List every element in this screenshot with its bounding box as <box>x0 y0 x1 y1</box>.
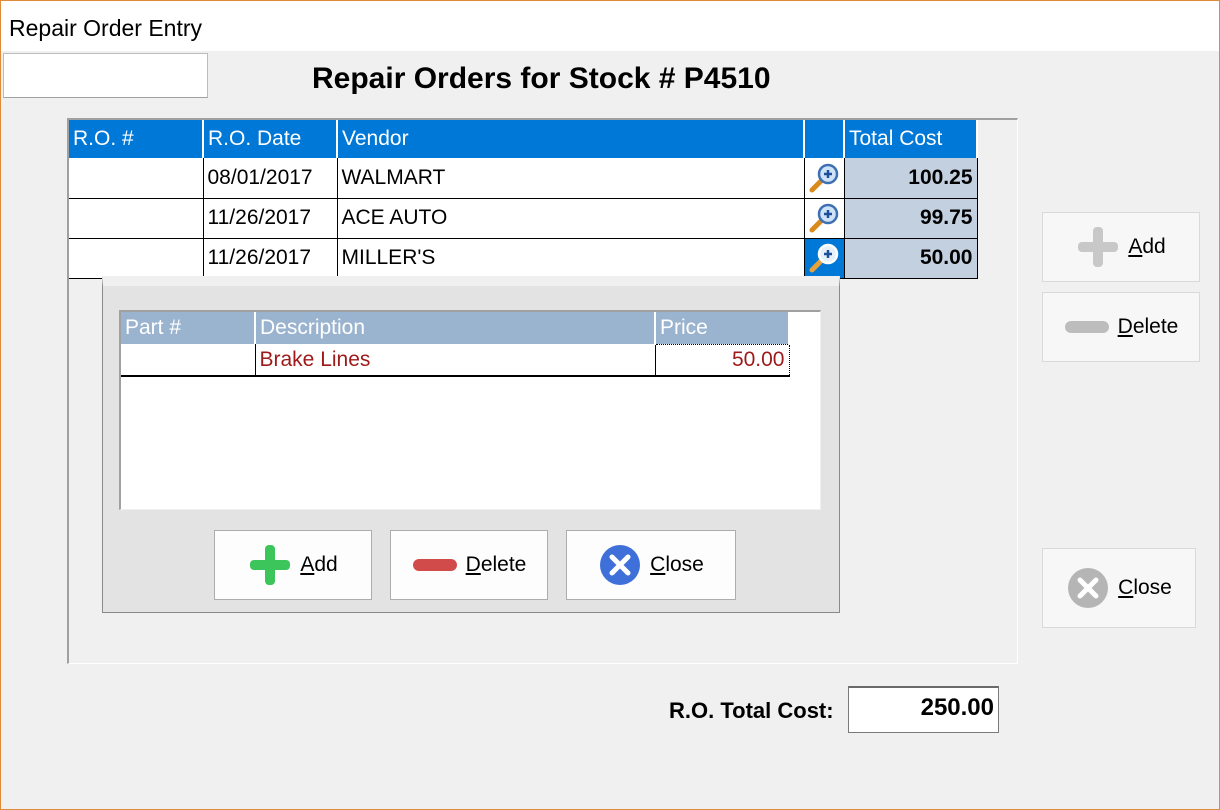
magnifier-plus-icon[interactable] <box>807 241 841 275</box>
description-cell[interactable]: Brake Lines <box>255 344 656 377</box>
ro-total-cost-value: 250.00 <box>848 686 999 733</box>
magnifier-plus-icon[interactable] <box>807 201 841 235</box>
ro-date-cell[interactable]: 11/26/2017 <box>203 238 338 279</box>
title-bar: Repair Order Entry <box>1 1 1219 51</box>
magnifier-plus-icon[interactable] <box>807 161 841 195</box>
close-label: Close <box>1118 576 1172 599</box>
detail-cell[interactable] <box>804 198 845 239</box>
minus-icon <box>1064 321 1109 333</box>
parts-close-label: Close <box>650 553 704 576</box>
table-row[interactable]: 11/26/2017 ACE AUTO 99.75 <box>69 198 978 239</box>
col-header-part-number[interactable]: Part # <box>121 312 256 344</box>
col-header-ro-number[interactable]: R.O. # <box>69 120 204 158</box>
parts-grid-container: Part # Description Price Brake Lines 50.… <box>119 310 821 510</box>
vendor-cell[interactable]: WALMART <box>337 158 805 199</box>
add-button[interactable]: Add <box>1042 212 1200 282</box>
detail-cell-selected[interactable] <box>804 238 845 279</box>
col-header-detail[interactable] <box>804 120 845 158</box>
table-row[interactable]: 08/01/2017 WALMART 100.25 <box>69 158 978 199</box>
ro-number-cell[interactable] <box>69 238 204 279</box>
parts-add-button[interactable]: Add <box>214 530 372 600</box>
table-row[interactable]: 11/26/2017 MILLER'S 50.00 <box>69 238 978 279</box>
detail-cell[interactable] <box>804 158 845 199</box>
stock-input[interactable] <box>3 53 208 98</box>
vendor-cell[interactable]: MILLER'S <box>337 238 805 279</box>
minus-icon <box>412 559 457 571</box>
close-circle-icon <box>600 545 641 585</box>
close-circle-icon <box>1068 568 1109 608</box>
parts-header-row: Part # Description Price <box>121 312 790 344</box>
parts-add-label: Add <box>300 553 338 576</box>
col-header-ro-date[interactable]: R.O. Date <box>203 120 338 158</box>
table-row[interactable]: Brake Lines 50.00 <box>121 343 790 377</box>
col-header-price[interactable]: Price <box>655 312 790 344</box>
plus-icon <box>250 545 291 585</box>
col-header-vendor[interactable]: Vendor <box>337 120 805 158</box>
parts-delete-button[interactable]: Delete <box>390 530 548 600</box>
price-cell[interactable]: 50.00 <box>654 343 790 377</box>
close-button[interactable]: Close <box>1042 548 1196 628</box>
vendor-cell[interactable]: ACE AUTO <box>337 198 805 239</box>
ro-date-cell[interactable]: 11/26/2017 <box>203 198 338 239</box>
ro-header-row: R.O. # R.O. Date Vendor Total Cost <box>69 120 978 158</box>
parts-delete-label: Delete <box>465 553 527 576</box>
ro-number-cell[interactable] <box>69 198 204 239</box>
total-cost-cell[interactable]: 100.25 <box>844 158 978 199</box>
total-cost-cell[interactable]: 50.00 <box>844 238 978 279</box>
page-title: Repair Orders for Stock # P4510 <box>312 62 771 95</box>
part-number-cell[interactable] <box>121 344 256 377</box>
parts-grid: Part # Description Price Brake Lines 50.… <box>121 312 790 377</box>
add-label: Add <box>1128 235 1166 258</box>
delete-label: Delete <box>1117 315 1179 338</box>
col-header-total-cost[interactable]: Total Cost <box>844 120 978 158</box>
delete-button[interactable]: Delete <box>1042 292 1200 362</box>
window-title: Repair Order Entry <box>9 15 203 41</box>
ro-number-cell[interactable] <box>69 158 204 199</box>
plus-icon <box>1078 227 1119 267</box>
parts-close-button[interactable]: Close <box>566 530 736 600</box>
col-header-description[interactable]: Description <box>255 312 656 344</box>
ro-date-cell[interactable]: 08/01/2017 <box>203 158 338 199</box>
total-cost-cell[interactable]: 99.75 <box>844 198 978 239</box>
repair-orders-grid: R.O. # R.O. Date Vendor Total Cost 08/01… <box>69 120 978 279</box>
ro-total-cost-label: R.O. Total Cost: <box>669 698 834 723</box>
